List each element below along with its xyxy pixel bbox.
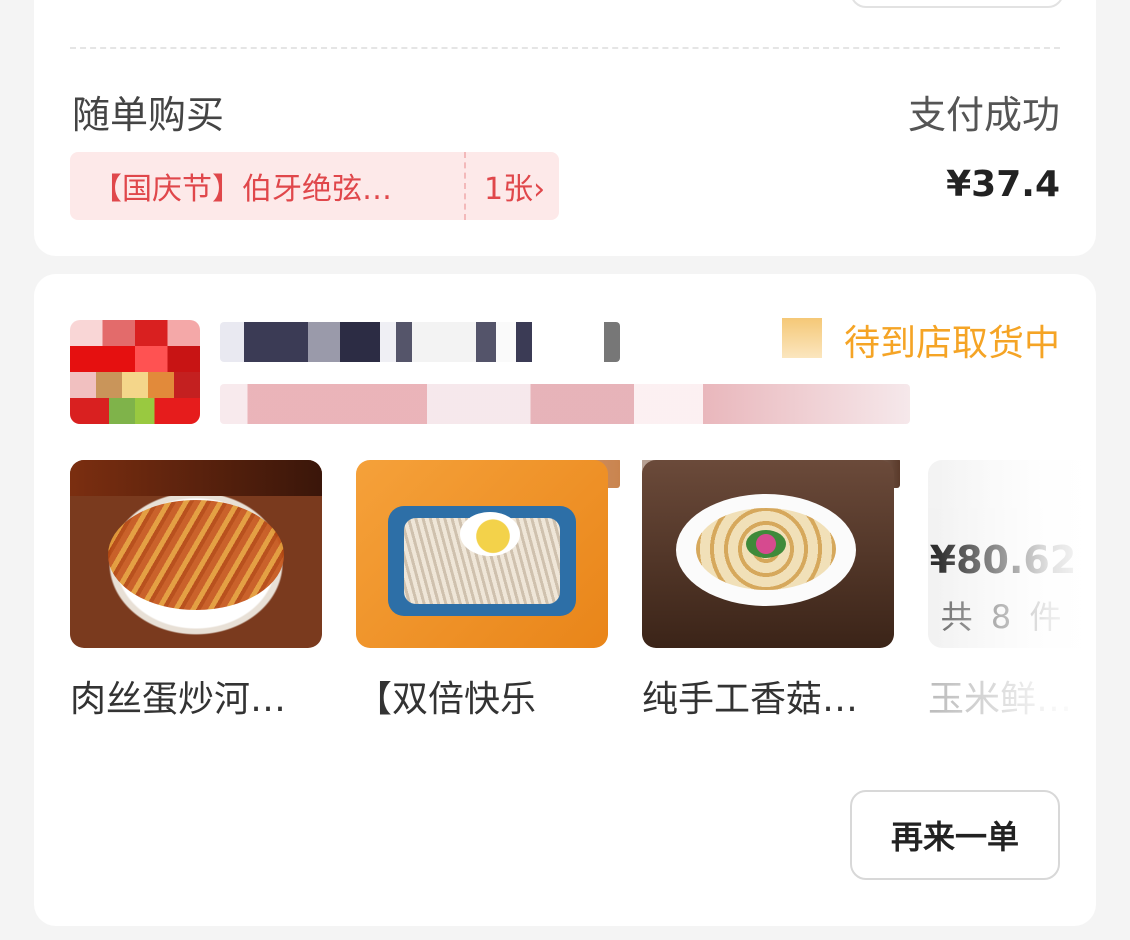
coupon-divider [464, 152, 466, 220]
store-name-redacted [220, 322, 620, 362]
product-name: 纯手工香菇… [642, 679, 859, 720]
product-item[interactable]: 纯手工香菇… [642, 460, 900, 722]
coupon-count: 1张› [466, 164, 559, 208]
top-action-button[interactable] [850, 0, 1064, 8]
reorder-button[interactable]: 再来一单 [850, 790, 1060, 880]
extras-price: ¥37.4 [946, 164, 1060, 205]
product-image [70, 460, 322, 648]
order-total-price: ¥80.62 [929, 538, 1077, 582]
hidden-item-name: 玉米鲜肉… [928, 679, 1096, 720]
payment-status: 支付成功 [907, 93, 1060, 137]
product-item[interactable]: 【双倍快乐 [356, 460, 620, 722]
product-strip[interactable]: 肉丝蛋炒河… 【双倍快乐 纯手工香菇… ¥80.62 共 8 件 玉米鲜肉… [70, 460, 1096, 730]
product-name: 肉丝蛋炒河… [70, 679, 287, 720]
order-card[interactable]: 待到店取货中 肉丝蛋炒河… 【双倍快乐 纯手工香菇… ¥80.62 共 8 件 … [34, 274, 1096, 926]
order-status: 待到店取货中 [843, 323, 1060, 364]
product-item[interactable]: 肉丝蛋炒河… [70, 460, 322, 722]
product-image [356, 460, 608, 648]
product-image [642, 460, 894, 648]
store-logo [70, 320, 200, 424]
status-redacted-prefix [782, 318, 822, 358]
store-info-redacted [220, 384, 910, 424]
more-items-image: ¥80.62 共 8 件 [928, 460, 1096, 648]
dashed-divider [70, 47, 1060, 49]
order-total-summary[interactable]: ¥80.62 共 8 件 玉米鲜肉… [928, 460, 1096, 722]
order-extras-card: 随单购买 支付成功 【国庆节】伯牙绝弦… 1张› ¥37.4 [34, 0, 1096, 256]
coupon-chip[interactable]: 【国庆节】伯牙绝弦… 1张› [70, 152, 560, 220]
purchase-label: 随单购买 [72, 93, 225, 137]
chevron-right-icon: › [533, 172, 546, 207]
order-item-count: 共 8 件 [940, 598, 1066, 636]
coupon-count-label: 1张 [484, 172, 534, 207]
product-name: 【双倍快乐 [356, 679, 537, 720]
coupon-name: 【国庆节】伯牙绝弦… [92, 172, 392, 207]
